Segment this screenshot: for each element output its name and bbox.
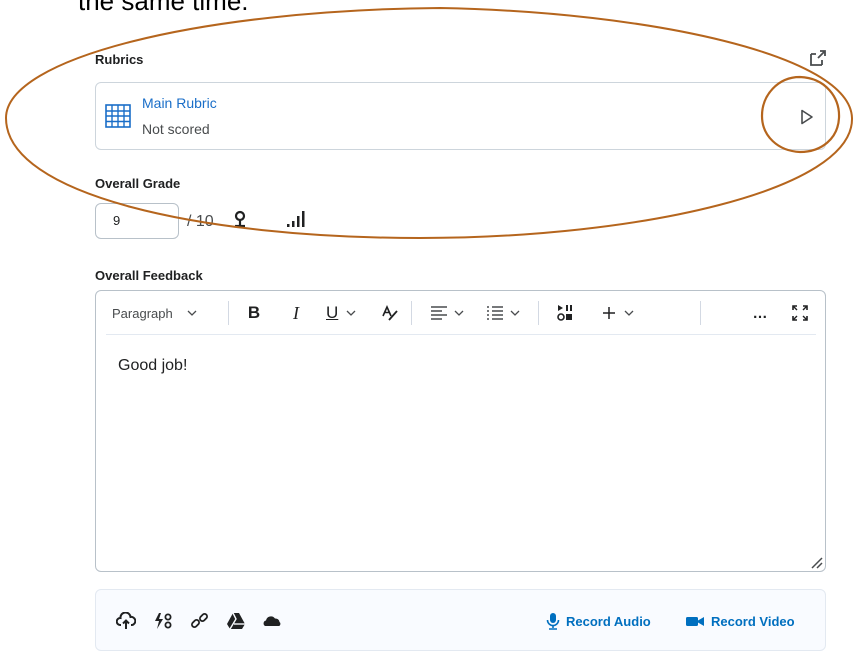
toolbar-divider — [228, 301, 229, 325]
google-drive-icon[interactable] — [226, 612, 246, 630]
insert-media-icon[interactable] — [556, 303, 576, 323]
chevron-down-icon — [187, 310, 197, 316]
fullscreen-icon[interactable] — [791, 303, 809, 323]
align-dropdown[interactable] — [430, 303, 470, 323]
bar-chart-icon[interactable] — [286, 210, 306, 228]
record-audio-button[interactable]: Record Audio — [546, 610, 651, 632]
bulleted-list-icon — [487, 306, 503, 320]
record-video-button[interactable]: Record Video — [685, 610, 795, 632]
chevron-down-icon — [346, 310, 356, 316]
chevron-down-icon — [454, 310, 464, 316]
document-caption: the same time. — [78, 0, 249, 16]
overall-grade-label: Overall Grade — [95, 176, 181, 191]
quicklink-icon[interactable] — [153, 612, 173, 630]
rubric-card[interactable]: Main Rubric Not scored — [95, 82, 826, 150]
link-icon[interactable] — [190, 612, 210, 630]
feedback-editor[interactable]: Paragraph B I U … Good job! — [95, 290, 826, 572]
video-camera-icon — [686, 617, 704, 626]
play-arrow-icon[interactable] — [800, 109, 814, 125]
grade-out-of: / 10 — [187, 213, 214, 230]
underline-dropdown[interactable]: U — [326, 303, 368, 323]
rubrics-label: Rubrics — [95, 52, 144, 67]
record-video-label: Record Video — [711, 613, 795, 629]
paragraph-format-dropdown[interactable]: Paragraph — [112, 303, 224, 323]
toolbar-divider — [538, 301, 539, 325]
text-style-icon[interactable] — [381, 303, 399, 323]
attachment-toolbar: Record Audio Record Video — [95, 589, 826, 651]
toolbar-divider — [411, 301, 412, 325]
plus-icon — [603, 307, 615, 319]
editor-toolbar: Paragraph B I U … — [106, 291, 816, 335]
microphone-icon — [546, 613, 560, 630]
toolbar-divider — [700, 301, 701, 325]
chevron-down-icon — [624, 310, 634, 316]
overall-feedback-label: Overall Feedback — [95, 268, 203, 283]
paragraph-format-label: Paragraph — [112, 305, 173, 321]
insert-dropdown[interactable] — [602, 303, 642, 323]
onedrive-icon[interactable] — [262, 612, 282, 630]
upload-icon[interactable] — [116, 612, 136, 630]
more-actions-button[interactable]: … — [749, 303, 771, 323]
chevron-down-icon — [510, 310, 520, 316]
feedback-text[interactable]: Good job! — [118, 357, 187, 375]
expand-popout-icon[interactable] — [808, 48, 828, 68]
bold-button[interactable]: B — [244, 303, 264, 323]
rubric-status: Not scored — [142, 121, 210, 137]
resize-handle-icon[interactable] — [809, 555, 823, 569]
pin-icon[interactable] — [232, 210, 248, 228]
italic-button[interactable]: I — [288, 303, 304, 323]
rubric-grid-icon — [105, 104, 131, 128]
record-audio-label: Record Audio — [566, 613, 651, 629]
underline-label: U — [326, 303, 339, 322]
grade-input[interactable]: 9 — [95, 203, 179, 239]
align-left-icon — [431, 306, 447, 320]
list-dropdown[interactable] — [486, 303, 528, 323]
rubric-name-link[interactable]: Main Rubric — [142, 95, 217, 111]
